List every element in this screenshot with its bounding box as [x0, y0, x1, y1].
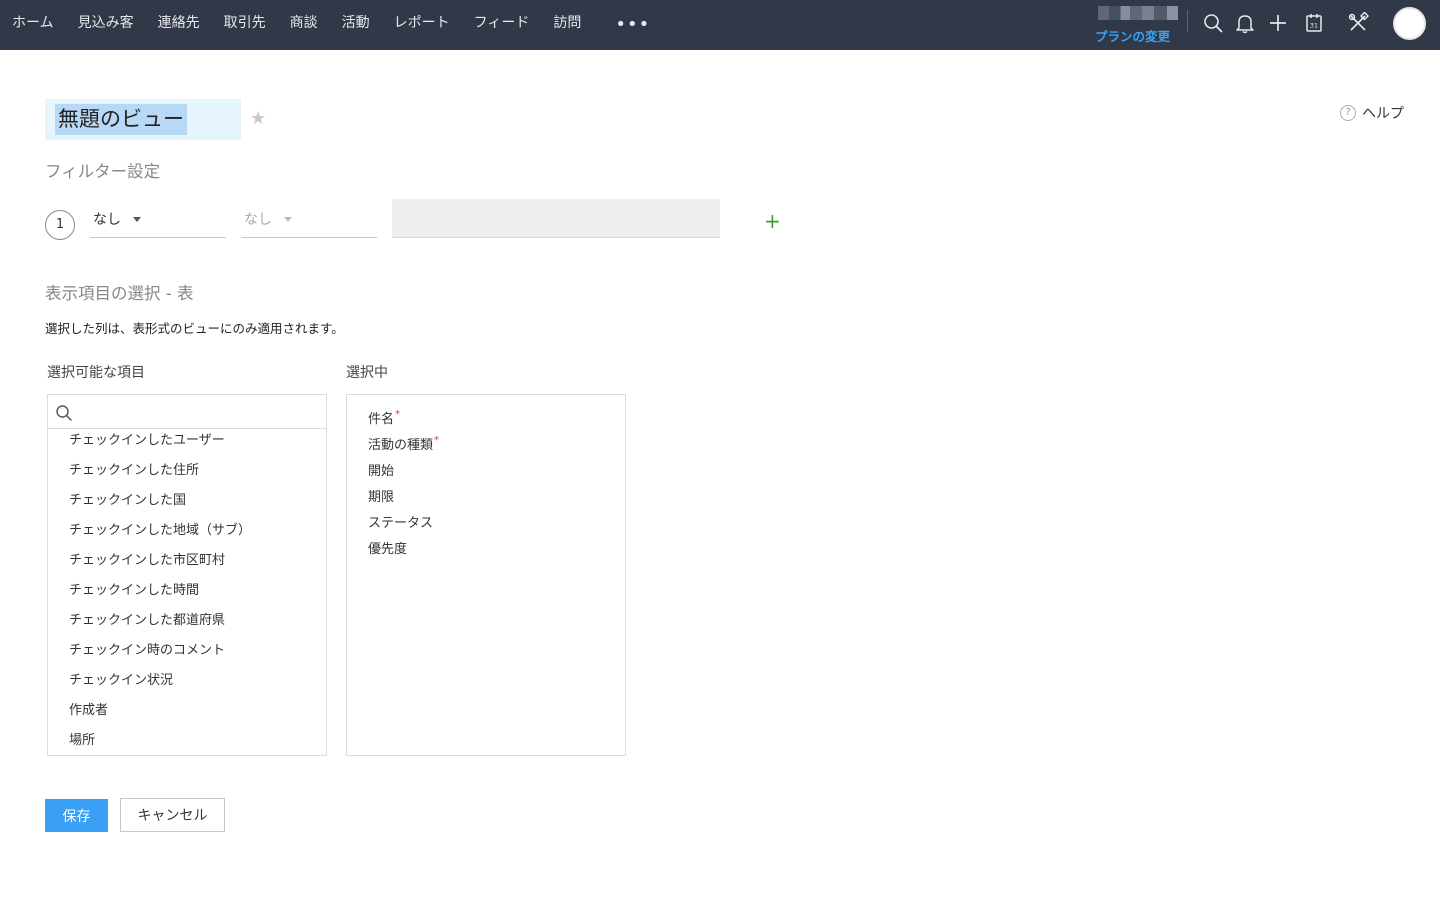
org-name-blurred [1098, 6, 1178, 20]
search-icon [56, 405, 72, 421]
selected-column-label: 開始 [368, 464, 395, 479]
columns-section-title: 表示項目の選択 - 表 [45, 284, 194, 303]
selected-column-label: 期限 [368, 490, 395, 505]
list-item[interactable]: 優先度 [368, 539, 439, 565]
list-item[interactable]: 開始 [368, 461, 439, 487]
filter-field-select[interactable]: なし [90, 203, 226, 238]
selected-column-label: ステータス [368, 516, 434, 531]
nav-item-contacts[interactable]: 連絡先 [146, 0, 212, 50]
list-item[interactable]: チェックイン状況 [48, 669, 326, 699]
add-filter-icon[interactable]: + [764, 209, 781, 233]
available-columns-panel: チェックインしたユーザー チェックインした住所 チェックインした国 チェックイン… [47, 394, 327, 756]
column-search [48, 395, 326, 429]
list-item[interactable]: チェックインした地域（サブ） [48, 519, 326, 549]
list-item[interactable]: 期限 [368, 487, 439, 513]
columns-description: 選択した列は、表形式のビューにのみ適用されます。 [45, 321, 344, 336]
filter-row-number: 1 [45, 210, 75, 240]
filter-value-input[interactable] [392, 199, 720, 238]
svg-text:31: 31 [1310, 22, 1318, 30]
selected-columns-panel: 件名* 活動の種類* 開始 期限 ステータス 優先度 [346, 394, 626, 756]
nav-item-home[interactable]: ホーム [0, 0, 66, 50]
bell-icon[interactable] [1234, 12, 1256, 34]
tools-icon[interactable] [1347, 12, 1369, 34]
available-columns-list: チェックインしたユーザー チェックインした住所 チェックインした国 チェックイン… [48, 429, 326, 755]
required-marker: * [434, 435, 440, 446]
plan-change-link[interactable]: プランの変更 [1095, 26, 1170, 45]
list-item[interactable]: ステータス [368, 513, 439, 539]
save-button[interactable]: 保存 [45, 799, 108, 832]
list-item[interactable]: 作成者 [48, 699, 326, 729]
list-item[interactable]: 活動の種類* [368, 435, 439, 461]
nav-item-deals[interactable]: 商談 [278, 0, 330, 50]
list-item[interactable]: 件名* [368, 409, 439, 435]
list-item[interactable]: チェックインしたユーザー [48, 429, 326, 459]
view-title-input[interactable]: 無題のビュー [55, 104, 187, 135]
nav-item-activities[interactable]: 活動 [330, 0, 382, 50]
selected-column-label: 活動の種類 [368, 438, 434, 453]
selected-columns-list: 件名* 活動の種類* 開始 期限 ステータス 優先度 [368, 409, 439, 565]
nav-item-accounts[interactable]: 取引先 [212, 0, 278, 50]
plus-icon[interactable] [1267, 12, 1289, 34]
selected-columns-label: 選択中 [346, 365, 388, 381]
chevron-down-icon [133, 217, 141, 222]
nav-item-visits[interactable]: 訪問 [541, 0, 593, 50]
nav-item-feeds[interactable]: フィード [462, 0, 542, 50]
cancel-button[interactable]: キャンセル [120, 798, 225, 832]
filter-condition-value: なし [244, 212, 272, 228]
selected-column-label: 優先度 [368, 542, 408, 557]
help-label: ヘルプ [1362, 106, 1404, 122]
selected-column-label: 件名 [368, 412, 395, 427]
available-columns-label: 選択可能な項目 [47, 365, 145, 381]
calendar-icon[interactable]: 31 [1303, 12, 1325, 34]
avatar[interactable] [1393, 7, 1426, 40]
nav-more-icon[interactable]: ••• [593, 4, 664, 46]
list-item[interactable]: チェックイン時のコメント [48, 639, 326, 669]
column-search-input[interactable] [78, 399, 318, 425]
list-item[interactable]: チェックインした住所 [48, 459, 326, 489]
list-item[interactable]: チェックインした国 [48, 489, 326, 519]
divider [1187, 10, 1188, 32]
top-nav-bar: ホーム 見込み客 連絡先 取引先 商談 活動 レポート フィード 訪問 ••• … [0, 0, 1440, 50]
help-icon: ? [1340, 105, 1356, 121]
required-marker: * [395, 409, 401, 420]
filter-section-title: フィルター設定 [45, 162, 161, 181]
filter-field-value: なし [93, 212, 121, 228]
nav-item-leads[interactable]: 見込み客 [66, 0, 146, 50]
filter-condition-select[interactable]: なし [241, 203, 377, 238]
nav-item-reports[interactable]: レポート [382, 0, 462, 50]
favorite-star-icon[interactable]: ★ [250, 108, 266, 129]
chevron-down-icon [284, 217, 292, 222]
main-nav: ホーム 見込み客 連絡先 取引先 商談 活動 レポート フィード 訪問 ••• [0, 0, 664, 50]
list-item[interactable]: チェックインした都道府県 [48, 609, 326, 639]
search-icon[interactable] [1202, 12, 1224, 34]
list-item[interactable]: チェックインした市区町村 [48, 549, 326, 579]
list-item[interactable]: チェックインした時間 [48, 579, 326, 609]
help-link[interactable]: ? ヘルプ [1340, 103, 1404, 123]
list-item[interactable]: 場所 [48, 729, 326, 755]
